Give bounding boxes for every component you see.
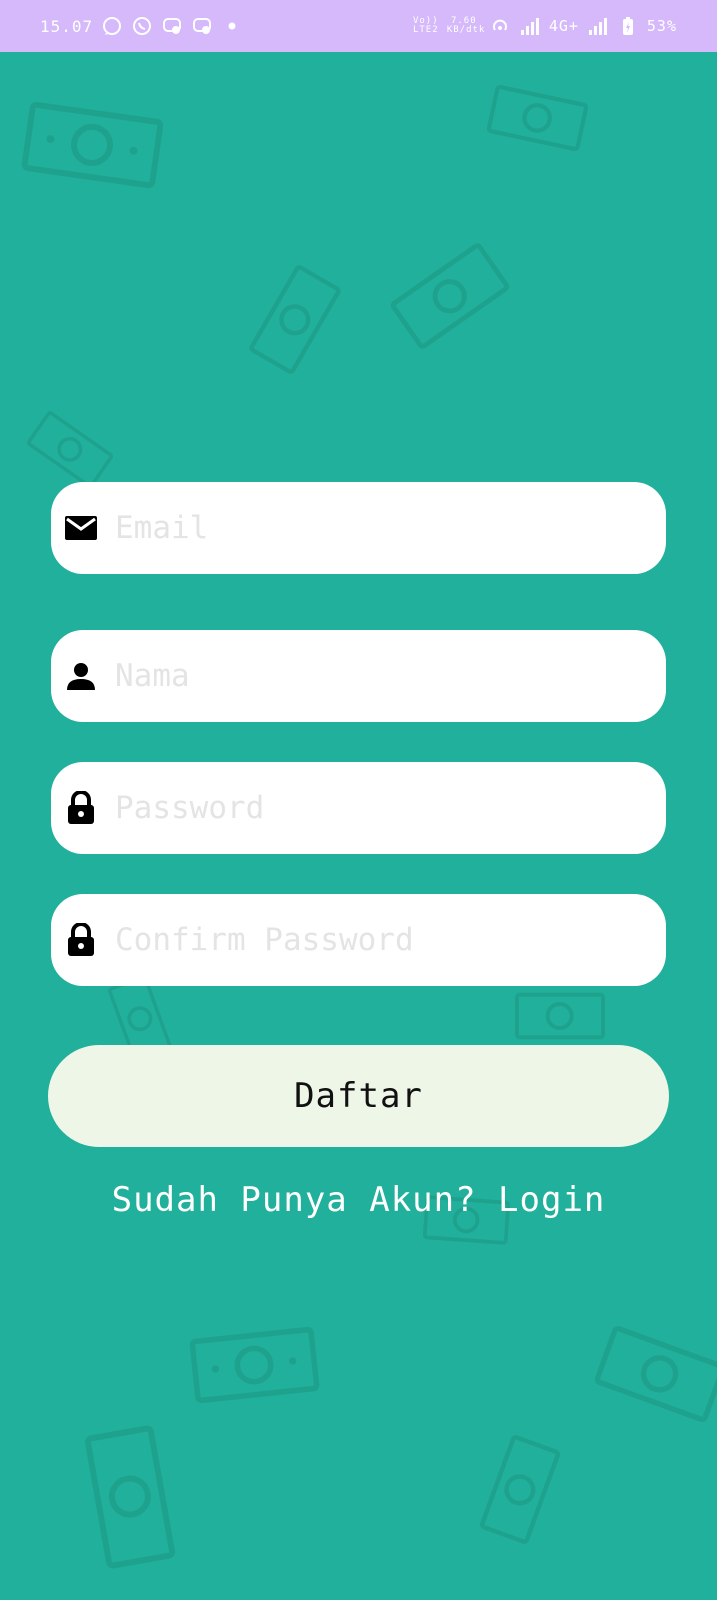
status-time: 15.07	[40, 16, 94, 36]
volte-indicator: Vo)) LTE2	[412, 16, 439, 35]
whatsapp-icon	[131, 15, 153, 37]
name-input[interactable]	[113, 657, 637, 695]
battery-charging-icon	[617, 15, 639, 37]
money-bill-icon	[390, 243, 510, 349]
money-bill-icon	[486, 84, 589, 152]
money-bill-icon	[21, 101, 164, 189]
messenger-icon	[191, 15, 213, 37]
confirm-password-input[interactable]	[113, 921, 637, 959]
lock-icon	[63, 922, 99, 958]
money-bill-icon	[189, 1326, 320, 1404]
notification-dot-icon	[221, 15, 243, 37]
money-bill-icon	[249, 265, 341, 374]
password-input[interactable]	[113, 789, 637, 827]
email-input[interactable]	[113, 509, 637, 547]
email-field[interactable]	[51, 482, 666, 574]
mail-icon	[63, 510, 99, 546]
name-field[interactable]	[51, 630, 666, 722]
status-bar: 15.07 Vo)) LTE2 7.60 KB/dtk 4G+ 53%	[0, 0, 717, 52]
password-field[interactable]	[51, 762, 666, 854]
whatsapp-business-icon	[101, 15, 123, 37]
signal-icon	[519, 15, 541, 37]
hotspot-icon	[489, 15, 511, 37]
register-button[interactable]: Daftar	[48, 1045, 669, 1147]
network-speed: 7.60 KB/dtk	[446, 16, 486, 35]
lock-icon	[63, 790, 99, 826]
messenger-icon	[161, 15, 183, 37]
confirm-password-field[interactable]	[51, 894, 666, 986]
money-bill-icon	[26, 411, 114, 488]
money-bill-icon	[594, 1325, 717, 1423]
network-type: 4G+	[548, 17, 579, 35]
signal-icon	[587, 15, 609, 37]
login-link[interactable]: Sudah Punya Akun? Login	[0, 1180, 717, 1220]
money-bill-icon	[479, 1435, 561, 1544]
battery-level: 53%	[646, 17, 677, 35]
money-bill-icon	[84, 1425, 176, 1569]
person-icon	[63, 658, 99, 694]
money-bill-icon	[515, 992, 605, 1040]
